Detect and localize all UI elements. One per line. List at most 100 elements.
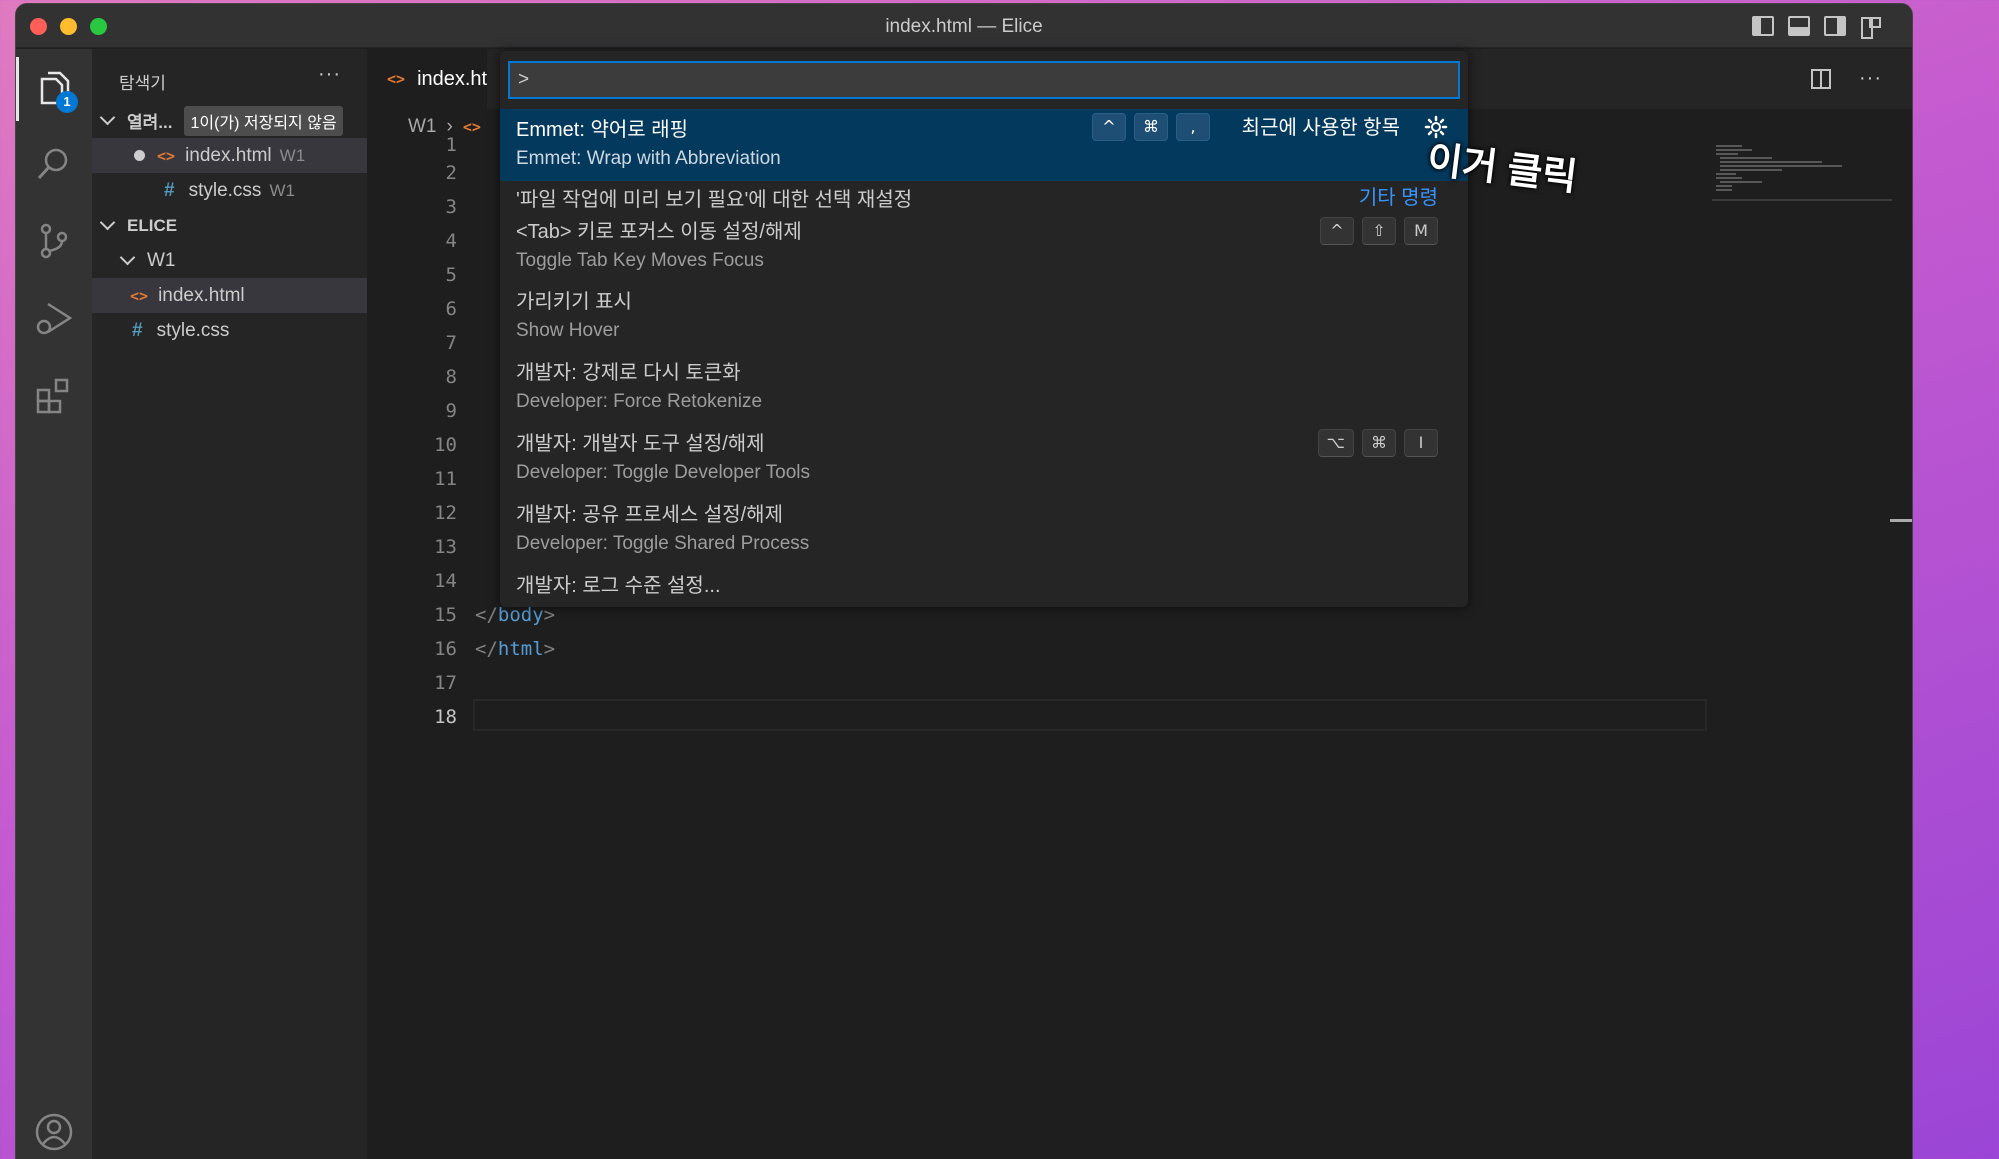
command-detail: Developer: Toggle Shared Process: [516, 533, 810, 554]
line-number: 3: [445, 196, 457, 218]
command-label: 개발자: 로그 수준 설정...: [516, 575, 721, 597]
explorer-more-actions-button[interactable]: ···: [318, 63, 341, 86]
command-detail: Emmet: Wrap with Abbreviation: [516, 148, 781, 169]
unsaved-count-badge: 1이(가) 저장되지 않음: [184, 105, 343, 136]
title-bar: index.html — Elice: [16, 4, 1912, 48]
tab-index-html[interactable]: <> index.html: [367, 49, 487, 109]
command-item-toggle-tab-focus[interactable]: <Tab> 키로 포커스 이동 설정/해제 Toggle Tab Key Mov…: [500, 217, 1468, 287]
account-icon[interactable]: [34, 1112, 74, 1152]
key-ctrl: ^: [1092, 113, 1126, 141]
editor-more-actions-icon[interactable]: ···: [1859, 67, 1882, 90]
open-editors-section-header[interactable]: 열려... 1이(가) 저장되지 않음: [92, 103, 367, 138]
command-label: 가리키기 표시: [516, 291, 632, 313]
extensions-icon[interactable]: [34, 376, 74, 416]
key-cmd: ⌘: [1134, 113, 1168, 141]
open-editor-folder: W1: [269, 180, 295, 200]
key-cmd: ⌘: [1362, 429, 1396, 457]
command-item-set-log-level[interactable]: 개발자: 로그 수준 설정...: [500, 571, 1468, 605]
line-number: 7: [445, 332, 457, 354]
line-number: 11: [434, 468, 457, 490]
source-control-icon[interactable]: [34, 221, 74, 261]
keybinding: ^ ⇧ M: [1320, 217, 1438, 245]
key-shift: ⇧: [1362, 217, 1396, 245]
line-number: 4: [445, 230, 457, 252]
vscode-window: index.html — Elice 1 탐색기 ··· 열려... 1이(가)…: [15, 3, 1913, 1159]
toggle-secondary-sidebar-icon[interactable]: [1824, 16, 1846, 36]
command-palette-input[interactable]: >: [508, 61, 1460, 99]
html-file-icon: <>: [157, 146, 176, 165]
explorer-header: 탐색기 ···: [92, 49, 367, 93]
customize-layout-icon[interactable]: [1860, 16, 1882, 39]
command-palette: > Emmet: 약어로 래핑 Emmet: Wrap with Abbrevi…: [500, 51, 1468, 607]
folder-name: W1: [147, 249, 176, 271]
open-editor-item-style-css[interactable]: # style.css W1: [92, 173, 367, 208]
chevron-down-icon: [119, 249, 136, 266]
scrollbar-cursor-marker: [1890, 519, 1912, 522]
chevron-down-icon: [99, 109, 116, 126]
line-number: 16: [434, 638, 457, 660]
command-item-show-hover[interactable]: 가리키기 표시 Show Hover: [500, 287, 1468, 357]
code-line-16: </html>: [475, 638, 556, 660]
command-item-emmet-wrap[interactable]: Emmet: 약어로 래핑 Emmet: Wrap with Abbreviat…: [500, 109, 1468, 181]
file-name: index.html: [158, 284, 245, 306]
line-number: 12: [434, 502, 457, 524]
unsaved-dot-icon[interactable]: [134, 150, 145, 161]
workspace-section-header[interactable]: ELICE: [92, 208, 367, 243]
open-editor-filename: index.html: [185, 144, 272, 166]
tab-label: index.html: [417, 67, 487, 90]
command-label: '파일 작업에 미리 보기 필요'에 대한 선택 재설정: [516, 189, 913, 211]
css-file-icon: #: [164, 179, 175, 201]
line-number: 1: [445, 134, 457, 156]
workspace-label: ELICE: [127, 215, 178, 235]
line-number: 17: [434, 672, 457, 694]
line-number: 8: [445, 366, 457, 388]
html-file-icon: <>: [462, 118, 481, 136]
activity-bar: 1: [16, 49, 92, 1159]
line-number: 15: [434, 604, 457, 626]
keybinding: ^ ⌘ ,: [1092, 113, 1210, 141]
code-line-15: </body>: [475, 604, 556, 626]
editor-actions: ···: [1811, 67, 1882, 90]
key-option: ⌥: [1317, 429, 1354, 457]
open-editor-item-index-html[interactable]: <> index.html W1: [92, 138, 367, 173]
open-editors-label: 열려...: [127, 113, 173, 132]
command-label: 개발자: 공유 프로세스 설정/해제: [516, 504, 783, 526]
command-item-toggle-devtools[interactable]: 개발자: 개발자 도구 설정/해제 Developer: Toggle Deve…: [500, 429, 1468, 499]
command-detail: Toggle Tab Key Moves Focus: [516, 250, 764, 271]
keybinding: ⌥ ⌘ I: [1317, 429, 1438, 457]
command-item-reset-preview[interactable]: '파일 작업에 미리 보기 필요'에 대한 선택 재설정 기타 명령: [500, 183, 1468, 217]
line-number: 10: [434, 434, 457, 456]
current-line-number: 18: [434, 706, 457, 728]
file-name: style.css: [156, 319, 230, 341]
command-detail: Developer: Toggle Developer Tools: [516, 462, 810, 483]
toggle-primary-sidebar-icon[interactable]: [1752, 16, 1774, 36]
run-debug-icon[interactable]: [34, 299, 74, 339]
command-item-force-retokenize[interactable]: 개발자: 강제로 다시 토큰화 Developer: Force Retoken…: [500, 358, 1468, 428]
recently-used-label: 최근에 사용한 항목: [1241, 117, 1400, 139]
minimap[interactable]: [1712, 144, 1892, 204]
explorer-title: 탐색기: [119, 74, 166, 93]
key-ctrl: ^: [1320, 217, 1354, 245]
css-file-icon: #: [132, 319, 143, 341]
key-m: M: [1404, 217, 1438, 245]
command-item-toggle-shared-process[interactable]: 개발자: 공유 프로세스 설정/해제 Developer: Toggle Sha…: [500, 500, 1468, 570]
html-file-icon: <>: [387, 70, 406, 88]
explorer-sidebar: 탐색기 ··· 열려... 1이(가) 저장되지 않음 <> index.htm…: [92, 49, 367, 1159]
chevron-down-icon: [99, 214, 116, 231]
file-item-index-html[interactable]: <> index.html: [92, 278, 367, 313]
command-label: 개발자: 강제로 다시 토큰화: [516, 362, 741, 384]
current-line-highlight: [473, 699, 1707, 731]
minimap-slider[interactable]: [1712, 199, 1892, 201]
other-commands-label: 기타 명령: [1358, 187, 1438, 209]
command-detail: Developer: Force Retokenize: [516, 391, 763, 412]
folder-w1[interactable]: W1: [92, 243, 367, 278]
explorer-badge: 1: [56, 91, 78, 113]
layout-controls: [1752, 16, 1882, 39]
open-editor-filename: style.css: [188, 179, 262, 201]
explorer-icon[interactable]: 1: [16, 57, 78, 121]
search-icon[interactable]: [34, 144, 74, 184]
line-number: 2: [445, 162, 457, 184]
file-item-style-css[interactable]: # style.css: [92, 313, 367, 348]
toggle-panel-icon[interactable]: [1788, 16, 1810, 36]
split-editor-icon[interactable]: [1811, 68, 1832, 89]
